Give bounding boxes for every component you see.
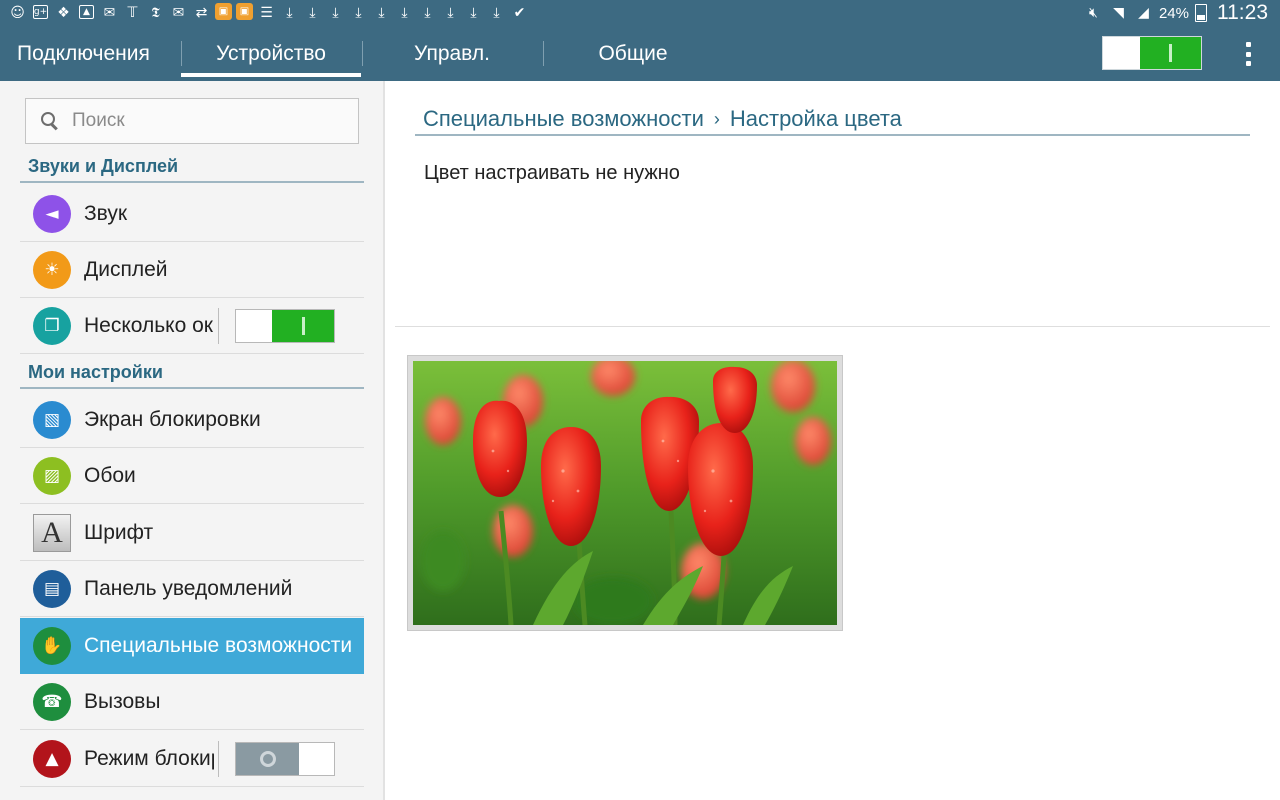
clock: 11:23 — [1217, 1, 1268, 24]
google-plus-icon: g+ — [33, 5, 48, 19]
sidebar-item-label: Панель уведомлений — [84, 576, 293, 600]
download-icon: ⤓ — [286, 4, 293, 21]
hand-icon: ✋ — [33, 626, 71, 665]
switch-on-side — [299, 742, 334, 775]
switch-off-mark — [259, 750, 276, 767]
breadcrumb: Специальные возможности › Настройка цвет… — [415, 104, 1250, 136]
sidebar-item-label: Шрифт — [84, 520, 154, 544]
sidebar-item-label: Вызовы — [84, 689, 161, 713]
sidebar-item-blocking-mode[interactable]: ▲ Режим блокировки — [20, 731, 364, 787]
status-message: Цвет настраивать не нужно — [424, 162, 680, 184]
sidebar-divider — [383, 81, 385, 800]
dropbox-icon: ❖ — [57, 4, 70, 21]
download-icon: ⤓ — [401, 4, 408, 21]
download-icon: ⤓ — [424, 4, 431, 21]
gmail-icon: ✉ — [172, 4, 185, 21]
tab-bar: Подключения Устройство Управл. Общие — [0, 26, 1280, 81]
sidebar-item-calls[interactable]: ☎ Вызовы — [20, 674, 364, 730]
search-icon — [40, 111, 60, 131]
wallpaper-icon: ▨ — [33, 456, 71, 495]
sidebar-item-display[interactable]: ☀ Дисплей — [20, 242, 364, 298]
sidebar-item-label: Режим блокировки — [84, 746, 214, 770]
sidebar-item-lock-screen[interactable]: ▧ Экран блокировки — [20, 392, 364, 448]
font-icon: A — [33, 513, 71, 552]
blocking-mode-icon: ▲ — [33, 739, 71, 778]
sidebar-item-sound[interactable]: ◄ Звук — [20, 186, 364, 242]
app-update-icon: ▣ — [215, 3, 232, 20]
download-icon: ⤓ — [378, 4, 385, 21]
sidebar-item-label: Экран блокировки — [84, 407, 261, 431]
sidebar-item-wallpaper[interactable]: ▨ Обои — [20, 448, 364, 504]
signal-icon: ◢ — [1138, 5, 1149, 21]
system-status: 🔇︎ ◥ ◢ 24% 11:23 — [1084, 0, 1268, 26]
breadcrumb-color-adjustment: Настройка цвета — [729, 106, 902, 131]
download-icon: ⤓ — [355, 4, 362, 21]
sidebar-item-multi-window[interactable]: ❐ Несколько окон — [20, 298, 364, 354]
notification-icons: ☺ g+ ❖ ▲ ✉ 𝕋 𝕿 ✉ ⇄ ▣ ▣ ☰ ⤓ ⤓ ⤓ ⤓ ⤓ ⤓ ⤓ ⤓… — [8, 3, 529, 22]
master-switch[interactable] — [1102, 36, 1202, 70]
phone-icon: ☎ — [33, 682, 71, 721]
multi-window-switch[interactable] — [235, 308, 335, 343]
switch-off-side — [236, 309, 272, 342]
news-icon: 𝕿 — [151, 4, 160, 21]
notification-panel-icon: ▤ — [33, 569, 71, 608]
section-sounds-display: Звуки и Дисплей — [20, 151, 364, 183]
contacts-icon: ☺ — [10, 4, 25, 21]
breadcrumb-accessibility[interactable]: Специальные возможности — [423, 106, 704, 132]
search-input[interactable] — [72, 110, 332, 132]
section-my-settings: Мои настройки — [20, 357, 364, 389]
battery-percent: 24% — [1158, 4, 1189, 22]
tab-general[interactable]: Общие — [543, 26, 723, 81]
multi-window-icon: ❐ — [33, 306, 71, 345]
sidebar-item-label: Обои — [84, 463, 136, 487]
app-update-icon-2: ▣ — [236, 3, 253, 20]
download-icon: ⤓ — [493, 4, 500, 21]
sidebar-item-label: Специальные возможности — [84, 633, 353, 657]
download-icon: ⤓ — [470, 4, 477, 21]
sync-icon: ⇄ — [195, 4, 208, 21]
switch-on-side — [1140, 37, 1201, 69]
lock-screen-icon: ▧ — [33, 400, 71, 439]
tab-device[interactable]: Устройство — [181, 26, 361, 81]
item-separator — [218, 307, 219, 344]
status-bar: ☺ g+ ❖ ▲ ✉ 𝕋 𝕿 ✉ ⇄ ▣ ▣ ☰ ⤓ ⤓ ⤓ ⤓ ⤓ ⤓ ⤓ ⤓… — [0, 0, 1280, 26]
blocking-mode-switch[interactable] — [235, 741, 335, 776]
wifi-icon: ◥ — [1113, 5, 1124, 21]
battery-icon — [1195, 4, 1207, 22]
gallery-icon: ▲ — [79, 5, 94, 19]
tulips-photo — [413, 361, 837, 625]
switch-off-side — [236, 742, 299, 775]
sidebar-item-label: Дисплей — [84, 257, 168, 281]
content-divider — [395, 326, 1270, 327]
switch-off-side — [1103, 37, 1140, 69]
sidebar-item-font[interactable]: A Шрифт — [20, 505, 364, 561]
document-icon: ☰ — [260, 4, 273, 21]
item-separator — [218, 740, 219, 777]
twitter-icon: 𝕋 — [127, 4, 138, 21]
mail-icon: ✉ — [103, 4, 116, 21]
speaker-icon: ◄ — [33, 194, 71, 233]
sidebar-item-accessibility[interactable]: ✋ Специальные возможности — [20, 618, 364, 674]
sidebar-item-notification-panel[interactable]: ▤ Панель уведомлений — [20, 561, 364, 617]
tab-controls[interactable]: Управл. — [362, 26, 542, 81]
color-preview-image — [407, 355, 843, 631]
sidebar-item-label: Несколько окон — [84, 313, 214, 337]
mute-icon: 🔇︎ — [1089, 5, 1098, 21]
sidebar-item-label: Звук — [84, 201, 128, 225]
tab-connections[interactable]: Подключения — [0, 26, 180, 81]
chevron-right-icon: › — [713, 108, 720, 129]
settings-sidebar: Звуки и Дисплей ◄ Звук ☀ Дисплей ❐ Неско… — [0, 81, 383, 800]
download-icon: ⤓ — [447, 4, 454, 21]
download-icon: ⤓ — [332, 4, 339, 21]
search-box[interactable] — [25, 98, 359, 144]
shopping-bag-icon: ✔ — [513, 4, 526, 21]
overflow-menu-icon[interactable] — [1236, 40, 1260, 68]
switch-on-mark — [1169, 44, 1172, 62]
download-icon: ⤓ — [309, 4, 316, 21]
brightness-icon: ☀ — [33, 250, 71, 289]
switch-on-mark — [301, 316, 305, 335]
switch-on-side — [272, 309, 334, 342]
